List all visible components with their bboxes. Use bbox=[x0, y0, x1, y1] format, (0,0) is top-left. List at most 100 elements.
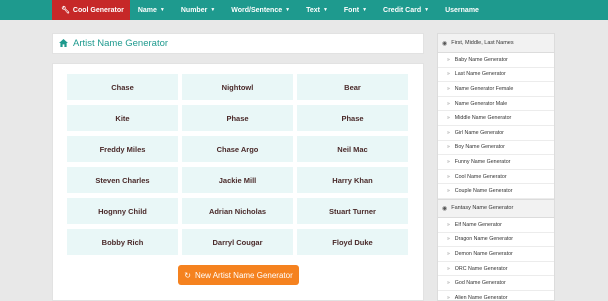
sidebar-section-fantasy: ◉ Fantasy Name Generator bbox=[438, 198, 554, 218]
nav-item-label: Username bbox=[445, 6, 479, 14]
nav-item-label: Text bbox=[306, 6, 320, 14]
nav-item-label: Number bbox=[180, 6, 208, 14]
new-name-generator-label: New Artist Name Generator bbox=[194, 270, 293, 280]
sidebar-link-label: Boy Name Generator bbox=[454, 144, 505, 151]
name-card[interactable]: Darryl Cougar bbox=[182, 229, 293, 255]
sidebar-link[interactable]: » Name Generator Female bbox=[438, 82, 554, 97]
sidebar-link-label: God Name Generator bbox=[454, 280, 506, 287]
sidebar-link-label: Cool Name Generator bbox=[454, 173, 507, 180]
name-card[interactable]: Kite bbox=[67, 105, 178, 131]
sidebar-link-label: Dragon Name Generator bbox=[454, 236, 514, 243]
double-chevron-right-icon: » bbox=[447, 250, 450, 257]
caret-down-icon: ▼ bbox=[322, 7, 328, 13]
sidebar-link[interactable]: » Couple Name Generator bbox=[438, 184, 554, 199]
nav-item-font[interactable]: Font ▼ bbox=[336, 0, 375, 20]
sidebar-section-first-middle-last: ◉ First, Middle, Last Names bbox=[438, 34, 554, 53]
double-chevron-right-icon: » bbox=[447, 280, 450, 287]
sidebar-link[interactable]: » Last Name Generator bbox=[438, 68, 554, 83]
nav-item-text[interactable]: Text ▼ bbox=[298, 0, 336, 20]
caret-down-icon: ▼ bbox=[159, 7, 165, 13]
home-icon-svg bbox=[59, 38, 68, 47]
sidebar-link-label: Alien Name Generator bbox=[454, 294, 508, 301]
sidebar-link[interactable]: » Demon Name Generator bbox=[438, 247, 554, 262]
name-card[interactable]: Freddy Miles bbox=[67, 136, 178, 162]
name-card[interactable]: Phase bbox=[182, 105, 293, 131]
sidebar-link-label: Baby Name Generator bbox=[454, 56, 508, 63]
nav-cool-generator-label: Cool Generator bbox=[72, 6, 124, 14]
nav-item-number[interactable]: Number ▼ bbox=[173, 0, 223, 20]
sidebar-link[interactable]: » Cool Name Generator bbox=[438, 170, 554, 185]
nav-item-label: Credit Card bbox=[383, 6, 422, 14]
sidebar-link[interactable]: » Alien Name Generator bbox=[438, 291, 554, 301]
name-card[interactable]: Adrian Nicholas bbox=[182, 198, 293, 224]
home-icon bbox=[59, 38, 68, 49]
sidebar-link[interactable]: » Name Generator Male bbox=[438, 97, 554, 112]
double-chevron-right-icon: » bbox=[447, 56, 450, 63]
double-chevron-right-icon: » bbox=[447, 129, 450, 136]
name-card[interactable]: Steven Charles bbox=[67, 167, 178, 193]
circle-bullet-icon: ◉ bbox=[442, 40, 448, 47]
nav-item-word-sentence[interactable]: Word/Sentence ▼ bbox=[223, 0, 298, 20]
double-chevron-right-icon: » bbox=[447, 188, 450, 195]
nav-item-label: Font bbox=[343, 6, 360, 14]
name-card[interactable]: Stuart Turner bbox=[297, 198, 408, 224]
nav-cool-generator[interactable]: 🔧︎ Cool Generator bbox=[52, 0, 130, 20]
double-chevron-right-icon: » bbox=[447, 294, 450, 301]
sidebar-link-label: Demon Name Generator bbox=[454, 250, 513, 257]
name-card[interactable]: Jackie Mill bbox=[182, 167, 293, 193]
sidebar-link-label: Name Generator Female bbox=[454, 85, 514, 92]
sidebar-link-label: ORC Name Generator bbox=[454, 265, 508, 272]
sidebar-section-title: First, Middle, Last Names bbox=[451, 40, 514, 46]
nav-item-name[interactable]: Name ▼ bbox=[130, 0, 173, 20]
name-card[interactable]: Chase bbox=[67, 74, 178, 100]
caret-down-icon: ▼ bbox=[362, 7, 368, 13]
sidebar-link-label: Funny Name Generator bbox=[454, 158, 511, 165]
name-card[interactable]: Harry Khan bbox=[297, 167, 408, 193]
double-chevron-right-icon: » bbox=[447, 71, 450, 78]
double-chevron-right-icon: » bbox=[447, 265, 450, 272]
sidebar-section-title: Fantasy Name Generator bbox=[451, 205, 514, 212]
name-card[interactable]: Phase bbox=[297, 105, 408, 131]
sidebar-link[interactable]: » Dragon Name Generator bbox=[438, 233, 554, 248]
new-name-generator-button[interactable]: ↻ New Artist Name Generator bbox=[178, 265, 299, 285]
page-title: Artist Name Generator bbox=[73, 38, 169, 49]
double-chevron-right-icon: » bbox=[447, 221, 450, 228]
name-card[interactable]: Hognny Child bbox=[67, 198, 178, 224]
sidebar-link-label: Couple Name Generator bbox=[454, 188, 513, 195]
sidebar-link[interactable]: » Elf Name Generator bbox=[438, 218, 554, 233]
name-card[interactable]: Neil Mac bbox=[297, 136, 408, 162]
page-header: Artist Name Generator bbox=[52, 33, 424, 54]
name-card[interactable]: Bear bbox=[297, 74, 408, 100]
caret-down-icon: ▼ bbox=[285, 7, 291, 13]
sidebar-link[interactable]: » God Name Generator bbox=[438, 276, 554, 291]
name-card[interactable]: Chase Argo bbox=[182, 136, 293, 162]
names-grid: Chase Nightowl Bear Kite Phase Phase Freddy Mi… bbox=[67, 74, 410, 255]
sidebar-link-label: Middle Name Generator bbox=[454, 115, 512, 122]
double-chevron-right-icon: » bbox=[447, 85, 450, 92]
nav-item-username[interactable]: Username bbox=[437, 0, 487, 20]
double-chevron-right-icon: » bbox=[447, 144, 450, 151]
sidebar-link-label: Name Generator Male bbox=[454, 100, 508, 107]
double-chevron-right-icon: » bbox=[447, 236, 450, 243]
name-card[interactable]: Bobby Rich bbox=[67, 229, 178, 255]
refresh-icon: ↻ bbox=[184, 270, 191, 280]
sidebar-link-label: Girl Name Generator bbox=[454, 129, 504, 136]
sidebar-link[interactable]: » Boy Name Generator bbox=[438, 141, 554, 156]
nav-item-label: Name bbox=[137, 6, 157, 14]
sidebar-link[interactable]: » Middle Name Generator bbox=[438, 111, 554, 126]
sidebar-link[interactable]: » ORC Name Generator bbox=[438, 262, 554, 277]
sidebar-link[interactable]: » Baby Name Generator bbox=[438, 53, 554, 68]
name-card[interactable]: Nightowl bbox=[182, 74, 293, 100]
double-chevron-right-icon: » bbox=[447, 100, 450, 107]
sidebar-link[interactable]: » Girl Name Generator bbox=[438, 126, 554, 141]
name-card[interactable]: Floyd Duke bbox=[297, 229, 408, 255]
nav-item-label: Word/Sentence bbox=[231, 6, 283, 14]
names-panel: Chase Nightowl Bear Kite Phase Phase Freddy Mi… bbox=[52, 63, 424, 301]
circle-bullet-icon: ◉ bbox=[442, 205, 448, 212]
double-chevron-right-icon: » bbox=[447, 158, 450, 165]
nav-item-credit-card[interactable]: Credit Card ▼ bbox=[375, 0, 437, 20]
wrench-icon: 🔧︎ bbox=[61, 7, 70, 14]
caret-down-icon: ▼ bbox=[210, 7, 216, 13]
sidebar-link[interactable]: » Funny Name Generator bbox=[438, 155, 554, 170]
navbar-spacer bbox=[0, 0, 52, 20]
